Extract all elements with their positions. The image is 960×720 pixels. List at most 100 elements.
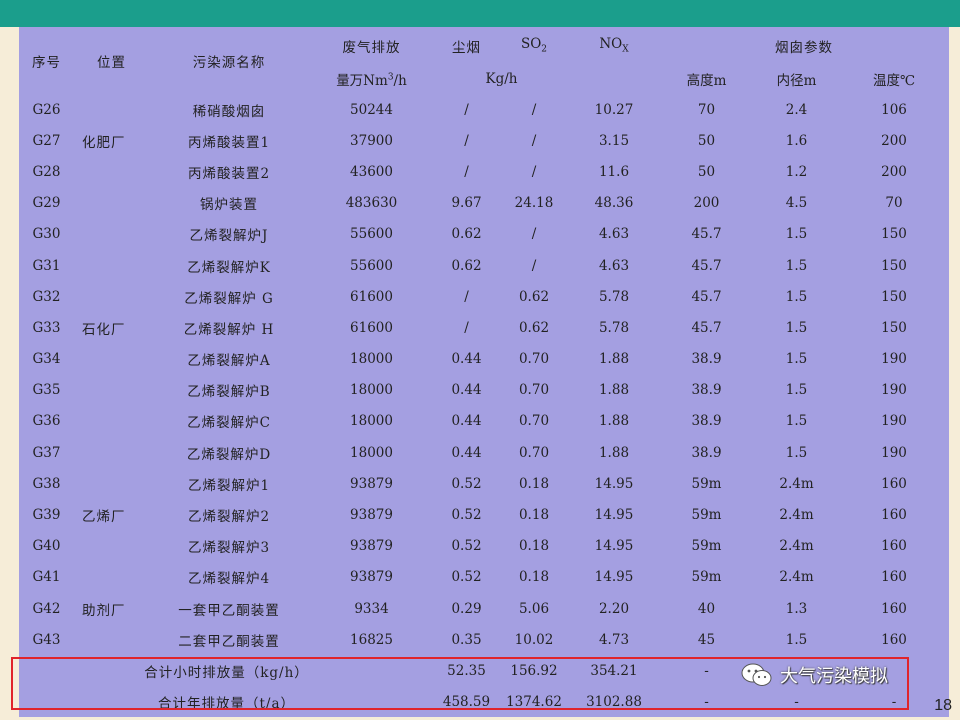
cell-flow: 37900: [350, 132, 393, 149]
cell-dust: 0.52: [451, 507, 482, 524]
cell-nox: 5.78: [598, 288, 630, 305]
cell-t: 160: [881, 569, 907, 586]
cell-name: 稀硝酸烟囱: [192, 103, 266, 120]
cell-so2: /: [531, 163, 537, 180]
cell-name: 乙烯裂解炉A: [187, 353, 271, 370]
cell-loc: [74, 94, 149, 125]
cell-nox: 4.63: [598, 226, 630, 243]
cell-no: G33: [32, 319, 61, 336]
cell-loc: 助剂厂: [82, 602, 126, 619]
cell-d: 4.5: [785, 195, 808, 212]
cell-dust: 0.44: [451, 444, 482, 461]
header-exhaust-line1: 废气排放: [342, 39, 401, 56]
cell-dust: 0.62: [451, 226, 482, 243]
cell-so2: 0.18: [518, 538, 550, 555]
cell-name: 一套甲乙酮装置: [178, 602, 280, 619]
cell-nox: 14.95: [594, 507, 634, 524]
cell-dust: 0.62: [451, 257, 482, 274]
header-nox: NOX: [599, 36, 629, 55]
cell-so2: 0.70: [518, 382, 550, 399]
cell-d: 2.4m: [779, 507, 814, 524]
cell-so2: 0.70: [518, 444, 550, 461]
table-row: G38 乙烯裂解炉1 93879 0.52 0.18 14.95 59m 2.4m 160: [19, 468, 949, 499]
header-location: 位置: [97, 54, 126, 71]
cell-t: 150: [881, 257, 907, 274]
cell-name: 乙烯裂解炉1: [187, 477, 271, 494]
cell-d: 1.5: [785, 631, 808, 648]
cell-nox: 1.88: [598, 382, 630, 399]
cell-d: 2.4m: [779, 569, 814, 586]
cell-d: 2.4: [785, 101, 808, 118]
cell-flow: 43600: [350, 163, 393, 180]
cell-d: 1.5: [785, 257, 808, 274]
cell-flow: 18000: [350, 444, 393, 461]
header-diameter: 内径m: [776, 73, 817, 89]
cell-loc: [74, 375, 149, 406]
table-row: G34 乙烯裂解炉A 18000 0.44 0.70 1.88 38.9 1.5 190: [19, 344, 949, 375]
cell-h: 38.9: [691, 413, 722, 430]
cell-h: 38.9: [691, 382, 722, 399]
cell-loc: [74, 531, 149, 562]
table-row: G41 乙烯裂解炉4 93879 0.52 0.18 14.95 59m 2.4m 160: [19, 562, 949, 593]
cell-t: 200: [881, 163, 907, 180]
cell-loc: 石化厂: [82, 321, 126, 338]
cell-t: 150: [881, 288, 907, 305]
cell-name: 乙烯裂解炉3: [187, 540, 271, 557]
cell-loc: [74, 156, 149, 187]
table-row: G40 乙烯裂解炉3 93879 0.52 0.18 14.95 59m 2.4m 160: [19, 531, 949, 562]
cell-nox: 14.95: [594, 475, 634, 492]
header-stack-params: 烟囱参数: [775, 39, 833, 56]
cell-no: G38: [32, 475, 61, 492]
header-unit-kgh: Kg/h: [485, 71, 518, 87]
header-so2: SO2: [520, 36, 548, 55]
cell-h: 70: [697, 101, 716, 118]
cell-loc: [74, 624, 149, 655]
table-header-row-1: 序号 位置 污染源名称 废气排放 尘烟 SO2 NOX 烟囱参数: [19, 27, 949, 70]
cell-h: 200: [693, 195, 720, 212]
cell-no: G35: [32, 382, 61, 399]
cell-h: 45: [697, 631, 716, 648]
cell-so2: /: [531, 257, 537, 274]
cell-h: 45.7: [691, 288, 722, 305]
table-row: G37 乙烯裂解炉D 18000 0.44 0.70 1.88 38.9 1.5 190: [19, 437, 949, 468]
cell-name: 乙烯裂解炉 H: [183, 321, 275, 338]
cell-flow: 483630: [345, 195, 398, 212]
cell-name: 锅炉装置: [200, 197, 258, 214]
cell-h: 45.7: [691, 319, 722, 336]
cell-name: 乙烯裂解炉2: [187, 509, 271, 526]
cell-name: 乙烯裂解炉B: [187, 384, 271, 401]
cell-dust: 0.29: [451, 600, 482, 617]
cell-d: 1.2: [785, 163, 808, 180]
table-row: G36 乙烯裂解炉C 18000 0.44 0.70 1.88 38.9 1.5 190: [19, 406, 949, 437]
cell-t: 160: [881, 631, 907, 648]
header-blank: [569, 64, 659, 94]
cell-t: 150: [881, 226, 907, 243]
header-dust: 尘烟: [452, 39, 481, 56]
cell-loc: [74, 406, 149, 437]
cell-nox: 2.20: [598, 600, 630, 617]
cell-flow: 93879: [350, 569, 393, 586]
cell-flow: 61600: [350, 288, 393, 305]
cell-so2: 0.18: [518, 507, 550, 524]
cell-no: G40: [32, 538, 61, 555]
cell-name: 丙烯酸装置2: [187, 165, 271, 182]
cell-dust: 9.67: [451, 195, 482, 212]
table-row: G32 乙烯裂解炉 G 61600 / 0.62 5.78 45.7 1.5 150: [19, 281, 949, 312]
cell-name: 乙烯裂解炉 G: [184, 290, 274, 307]
cell-nox: 48.36: [594, 195, 634, 212]
cell-no: G27: [32, 132, 61, 149]
cell-nox: 1.88: [598, 413, 630, 430]
cell-dust: /: [464, 101, 469, 118]
cell-no: G32: [32, 288, 61, 305]
cell-d: 1.5: [785, 444, 808, 461]
cell-name: 丙烯酸装置1: [187, 134, 271, 151]
cell-h: 59m: [691, 507, 722, 524]
cell-h: 59m: [691, 538, 722, 555]
cell-dust: /: [464, 163, 469, 180]
cell-h: 38.9: [691, 444, 722, 461]
cell-d: 1.3: [785, 600, 808, 617]
cell-dust: 0.44: [451, 382, 482, 399]
cell-name: 乙烯裂解炉K: [187, 259, 271, 276]
cell-no: G28: [32, 163, 61, 180]
cell-nox: 1.88: [598, 351, 630, 368]
